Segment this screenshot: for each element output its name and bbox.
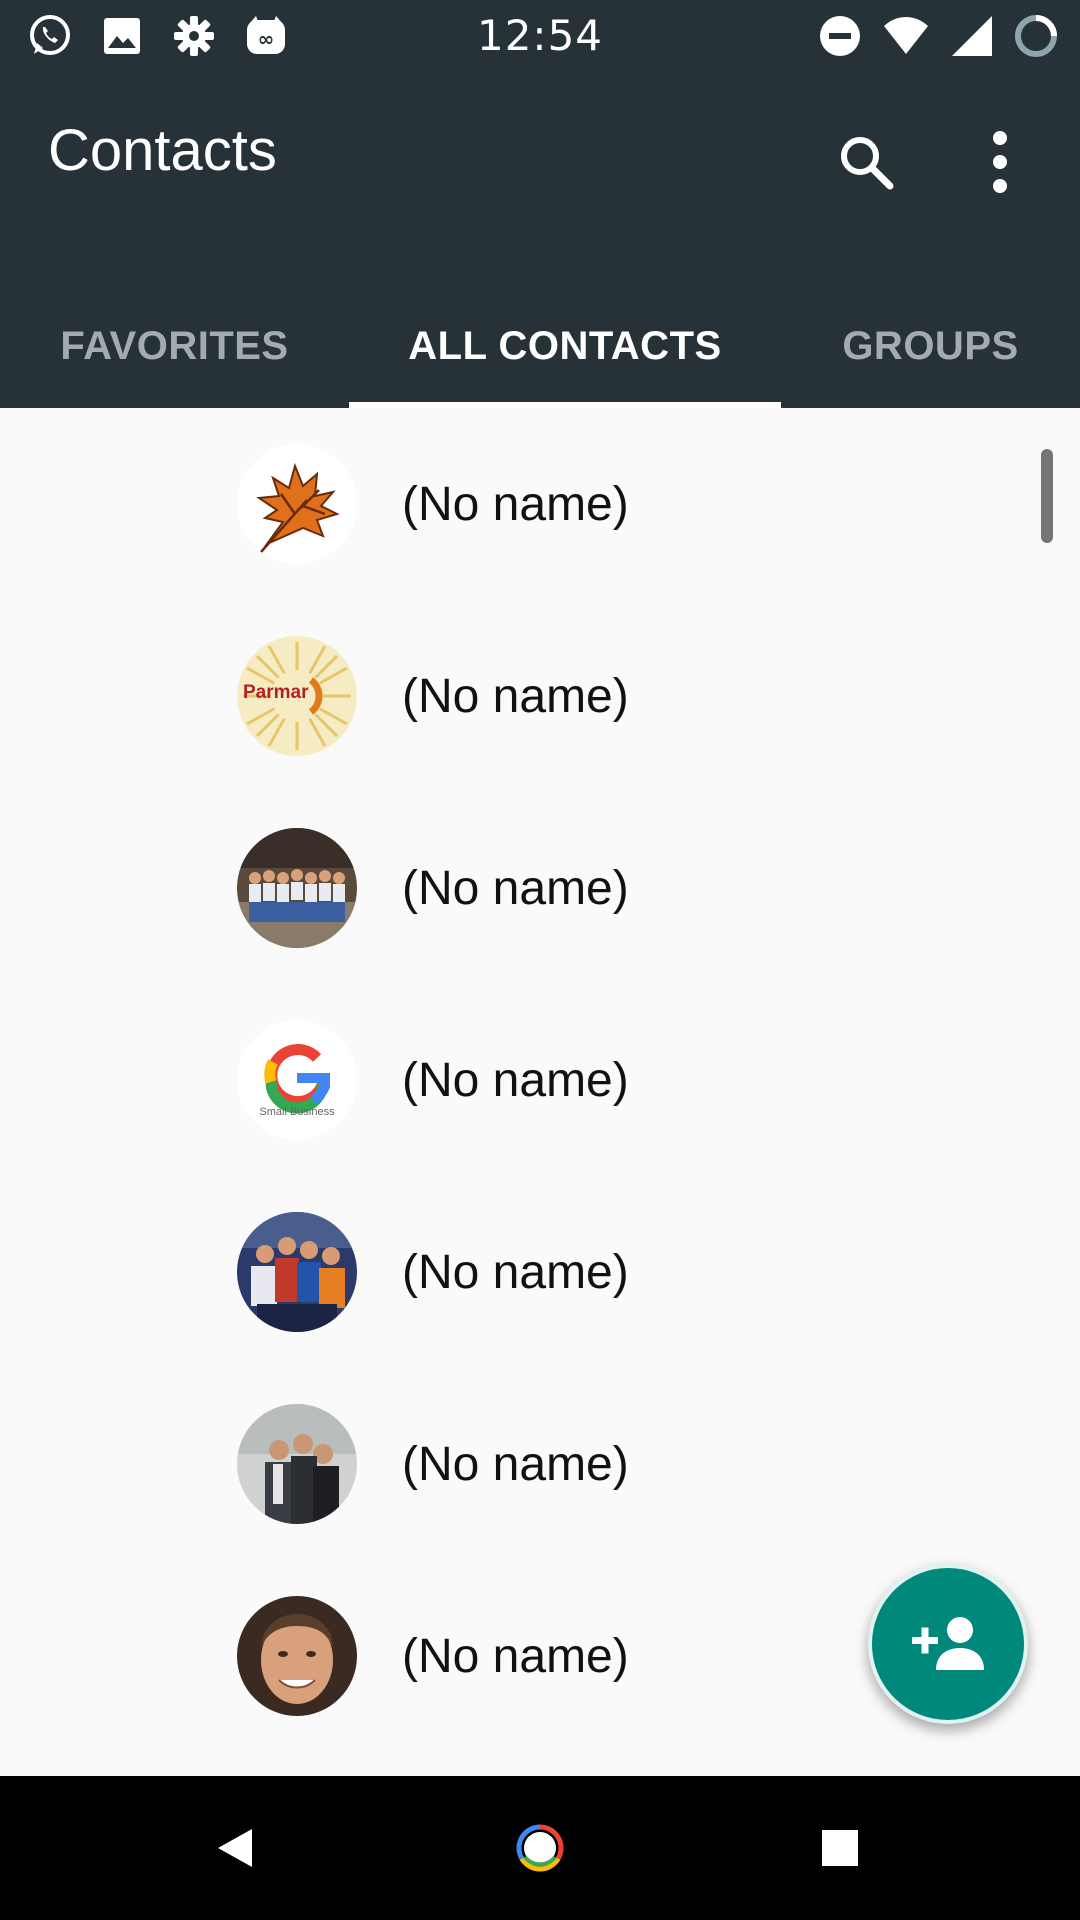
wifi-icon	[884, 17, 928, 54]
home-button[interactable]	[490, 1798, 590, 1898]
avatar	[237, 828, 357, 948]
status-bar: ∞ 12:54	[0, 0, 1080, 72]
navigation-bar	[0, 1776, 1080, 1920]
scrollbar[interactable]	[1041, 449, 1053, 543]
tab-all-contacts[interactable]: ALL CONTACTS	[349, 284, 781, 408]
contact-row[interactable]: (No name)	[0, 408, 1080, 600]
tab-favorites[interactable]: FAVORITES	[0, 284, 349, 408]
more-vert-icon	[993, 131, 1007, 193]
battery-icon	[1015, 15, 1057, 57]
tab-bar: FAVORITES ALL CONTACTS GROUPS	[0, 284, 1080, 408]
home-icon	[516, 1824, 564, 1872]
search-icon	[841, 137, 894, 190]
contact-row[interactable]: (No name)	[0, 1176, 1080, 1368]
avatar	[237, 1596, 357, 1716]
contact-name: (No name)	[402, 477, 629, 531]
add-contact-button[interactable]	[868, 1564, 1028, 1724]
contact-row[interactable]: (No name)	[0, 1368, 1080, 1560]
avatar	[237, 444, 357, 564]
back-button[interactable]	[186, 1798, 286, 1898]
app-bar: Contacts FAVORITES ALL CONTACTS GROUPS	[0, 72, 1080, 408]
avatar: Small Business	[237, 1020, 357, 1140]
contact-name: (No name)	[402, 1245, 629, 1299]
avatar: Parmar	[237, 636, 357, 756]
contacts-screen: ∞ 12:54 Contacts FAVORITES ALL CONTACTS …	[0, 0, 1080, 1920]
contact-row[interactable]: Small Business (No name)	[0, 984, 1080, 1176]
search-button[interactable]	[820, 116, 912, 208]
do-not-disturb-icon	[820, 16, 860, 56]
more-options-button[interactable]	[960, 116, 1040, 208]
contact-name: (No name)	[402, 1437, 629, 1491]
avatar	[237, 1212, 357, 1332]
recents-icon	[822, 1830, 858, 1866]
avatar-text: Small Business	[259, 1106, 335, 1118]
back-icon	[218, 1829, 252, 1867]
signal-icon	[952, 16, 992, 56]
page-title: Contacts	[48, 118, 277, 183]
tab-groups[interactable]: GROUPS	[781, 284, 1080, 408]
add-person-icon	[912, 1617, 984, 1670]
avatar	[237, 1404, 357, 1524]
contact-row[interactable]: Parmar (No name)	[0, 600, 1080, 792]
contact-row[interactable]: (No name)	[0, 792, 1080, 984]
contact-name: (No name)	[402, 861, 629, 915]
contact-name: (No name)	[402, 1629, 629, 1683]
recents-button[interactable]	[790, 1798, 890, 1898]
contact-name: (No name)	[402, 669, 629, 723]
avatar-text: Parmar	[243, 682, 309, 703]
contact-name: (No name)	[402, 1053, 629, 1107]
system-icons	[816, 12, 1060, 60]
